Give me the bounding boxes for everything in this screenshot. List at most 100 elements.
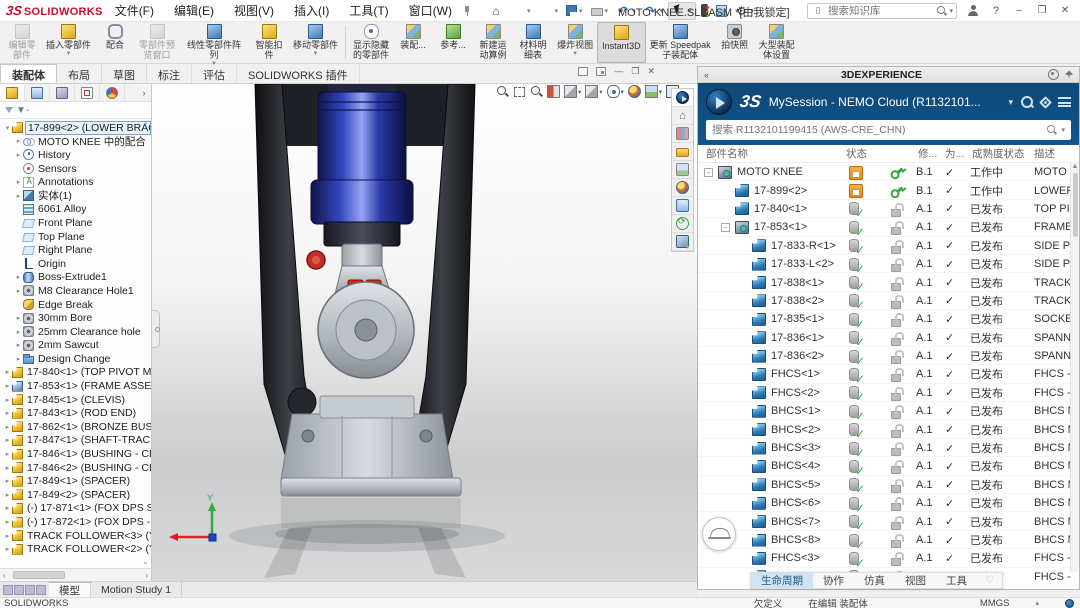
tree-item[interactable]: ▸17-840<1> (TOP PIVOT MO	[0, 366, 151, 380]
row-expand-toggle[interactable]: -	[721, 218, 733, 236]
dropdown-arrow-icon[interactable]: ▾	[605, 7, 609, 15]
knowledge-search-input[interactable]	[828, 5, 934, 17]
expand-arrow-icon[interactable]: ▸	[3, 477, 12, 485]
bill-of-materials-button[interactable]: 材料明 细表	[513, 22, 553, 63]
panel-search-bar[interactable]: ▾	[706, 120, 1071, 140]
fm-tab-display-manager[interactable]	[100, 84, 125, 101]
tree-item[interactable]: ▸TRACK FOLLOWER<2> (YO	[0, 542, 151, 556]
tree-item[interactable]: Origin	[0, 257, 151, 271]
expand-arrow-icon[interactable]: ▸	[14, 328, 23, 336]
part-name[interactable]: FHCS<3>	[771, 549, 848, 567]
parts-table-row[interactable]: 17-838<2>A.1✓已发布TRACK-	[698, 292, 1079, 310]
dropdown-arrow-icon[interactable]: ▾	[578, 88, 581, 96]
doc-minimize-button[interactable]: —	[614, 67, 623, 76]
tree-item[interactable]: ▸17-843<1> (ROD END)	[0, 406, 151, 420]
part-name[interactable]: 17-835<1>	[771, 310, 848, 328]
part-name[interactable]: 17-838<2>	[771, 292, 848, 310]
ribbon-tab-草图[interactable]: 草图	[102, 64, 147, 83]
lifecycle-tab-工具[interactable]: 工具	[936, 573, 977, 588]
parts-table-row[interactable]: BHCS<4>A.1✓已发布BHCS M	[698, 457, 1079, 475]
expand-arrow-icon[interactable]: ▸	[14, 314, 23, 322]
dropdown-arrow-icon[interactable]: ▾	[573, 50, 576, 57]
linear-component-pattern-button[interactable]: 线性零部件阵列▾	[179, 22, 249, 63]
panel-menu-icon[interactable]	[1058, 97, 1071, 107]
menu-item-5[interactable]: 窗口(W)	[407, 1, 454, 20]
expand-arrow-icon[interactable]: ▸	[3, 423, 12, 431]
dropdown-arrow-icon[interactable]: ▾	[527, 7, 531, 15]
sync-update-tab[interactable]	[672, 215, 693, 233]
expand-arrow-icon[interactable]: ▸	[14, 273, 23, 281]
ribbon-tab-装配体[interactable]: 装配体	[0, 64, 57, 83]
favorite-heart-icon[interactable]: ♡	[977, 573, 1002, 588]
tree-item[interactable]: ▸25mm Clearance hole	[0, 325, 151, 339]
status-globe-icon[interactable]	[1065, 599, 1074, 608]
search-dropdown-icon[interactable]: ▾	[949, 7, 953, 15]
ribbon-tab-标注[interactable]: 标注	[147, 64, 192, 83]
part-name[interactable]: 17-833-R<1>	[771, 237, 848, 255]
tree-item[interactable]: ▸17-847<1> (SHAFT-TRACK)	[0, 434, 151, 448]
dropdown-arrow-icon[interactable]: ▾	[67, 50, 70, 57]
parts-table-row[interactable]: 17-836<1>A.1✓已发布SPANNE	[698, 329, 1079, 347]
fm-tab-dimxpert-manager[interactable]	[75, 84, 100, 101]
panel-scrollbar-thumb[interactable]	[1073, 173, 1078, 237]
tree-item[interactable]: Front Plane	[0, 216, 151, 230]
add-component-tab[interactable]	[672, 233, 693, 251]
parts-table-row[interactable]: BHCS<5>A.1✓已发布BHCS M	[698, 476, 1079, 494]
fm-tab-property-manager[interactable]	[25, 84, 50, 101]
move-component-button[interactable]: 移动零部件▾	[289, 22, 342, 63]
part-name[interactable]: BHCS<4>	[771, 457, 848, 475]
save-button[interactable]: ▾	[563, 2, 586, 20]
doc-close-button[interactable]: ✕	[647, 67, 655, 76]
custom-properties-tab[interactable]	[672, 197, 693, 215]
scroll-right-icon[interactable]: ›	[142, 571, 151, 580]
expand-arrow-icon[interactable]: ▸	[3, 504, 12, 512]
row-expand-toggle[interactable]: -	[704, 163, 716, 181]
tree-item[interactable]: ▸Boss-Extrude1	[0, 271, 151, 285]
dropdown-arrow-icon[interactable]: ▾	[555, 7, 559, 15]
tree-item[interactable]: ▸(-) 17-872<1> (FOX DPS - R	[0, 515, 151, 529]
panel-collapse-icon[interactable]: «	[698, 70, 715, 80]
menu-item-3[interactable]: 插入(I)	[292, 1, 331, 20]
panel-search-input[interactable]	[712, 124, 1043, 136]
fm-tabs-more-icon[interactable]: ›	[137, 84, 151, 101]
print-button[interactable]: ▾	[588, 2, 612, 20]
parts-table-row[interactable]: BHCS<6>A.1✓已发布BHCS M	[698, 494, 1079, 512]
menu-item-1[interactable]: 编辑(E)	[172, 1, 216, 20]
tree-item[interactable]: ▸17-853<1> (FRAME ASSEM	[0, 379, 151, 393]
part-name[interactable]: 17-838<1>	[771, 273, 848, 291]
assistant-helmet-icon[interactable]	[702, 517, 736, 551]
tree-item[interactable]: ▸30mm Bore	[0, 311, 151, 325]
edit-appearance-button[interactable]	[628, 85, 641, 98]
column-header-5[interactable]: 描述	[1034, 146, 1055, 161]
lifecycle-tab-协作[interactable]: 协作	[813, 573, 854, 588]
tree-item[interactable]: Right Plane	[0, 243, 151, 257]
take-snapshot-button[interactable]: 拍快照	[715, 22, 755, 63]
exploded-view-button[interactable]: 爆炸视图▾	[553, 22, 597, 63]
tree-item[interactable]: ▸TRACK FOLLOWER<3> (YO	[0, 529, 151, 543]
part-name[interactable]: FHCS<1>	[771, 365, 848, 383]
part-name[interactable]: 17-836<2>	[771, 347, 848, 365]
panel-search-icon[interactable]	[1021, 96, 1033, 108]
dropdown-arrow-icon[interactable]: ▾	[621, 88, 624, 96]
expand-arrow-icon[interactable]: ▸	[3, 545, 12, 553]
dropdown-arrow-icon[interactable]: ▾	[579, 7, 583, 15]
help-icon[interactable]: ?	[989, 4, 1003, 18]
ribbon-tab-SOLIDWORKS 插件[interactable]: SOLIDWORKS 插件	[237, 64, 360, 83]
part-name[interactable]: BHCS<2>	[771, 420, 848, 438]
column-header-3[interactable]: 为...	[945, 146, 964, 161]
units-dropdown-icon[interactable]: ▴	[1035, 599, 1039, 607]
close-button[interactable]: ✕	[1058, 5, 1072, 16]
menu-item-0[interactable]: 文件(F)	[113, 1, 156, 20]
parts-table-row[interactable]: FHCS<2>A.1✓已发布FHCS - M	[698, 384, 1079, 402]
dropdown-arrow-icon[interactable]: ▾	[314, 50, 317, 57]
tree-item[interactable]: ▸17-849<1> (SPACER)	[0, 474, 151, 488]
tree-filter-bar[interactable]: ▼-	[0, 102, 151, 119]
new-document-button[interactable]: ▾	[508, 2, 534, 20]
model-tab-模型[interactable]: 模型	[49, 582, 91, 597]
tree-item[interactable]: ▸M8 Clearance Hole1	[0, 284, 151, 298]
apply-scene-button[interactable]: ▾	[645, 85, 662, 98]
panel-search-dropdown-icon[interactable]: ▾	[1061, 126, 1065, 134]
panel-scroll-up-icon[interactable]: ▲	[1071, 163, 1079, 170]
previous-view-button[interactable]	[530, 85, 543, 98]
parts-table-row[interactable]: 17-838<1>A.1✓已发布TRACK-	[698, 273, 1079, 291]
